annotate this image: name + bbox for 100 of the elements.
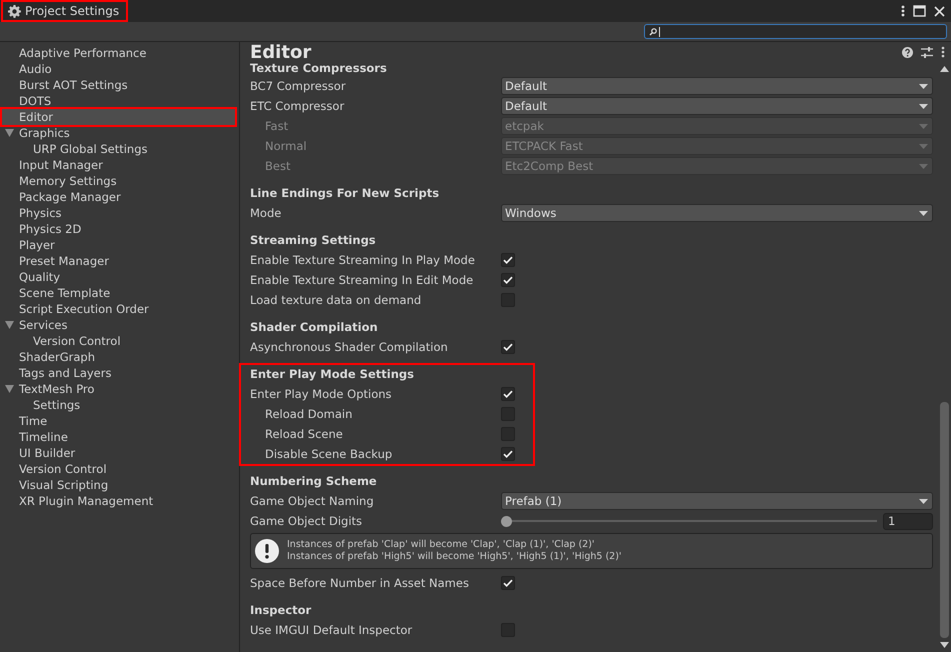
checkbox[interactable] xyxy=(501,340,515,354)
checkbox[interactable] xyxy=(501,273,515,287)
checkbox[interactable] xyxy=(501,387,515,401)
caret-icon xyxy=(919,104,928,108)
checkbox[interactable] xyxy=(501,253,515,267)
sidebar-item[interactable]: Player xyxy=(2,237,235,253)
sidebar-item[interactable]: Memory Settings xyxy=(2,173,235,189)
sidebar-item[interactable]: UI Builder xyxy=(2,445,235,461)
help-text: Instances of prefab 'Clap' will become 'Clap', 'Clap (1)', 'Clap (2)' xyxy=(287,539,596,551)
field-label: Mode xyxy=(250,206,282,220)
check-icon xyxy=(503,579,513,587)
dropdown[interactable]: Windows xyxy=(501,204,933,222)
section-heading: Numbering Scheme xyxy=(250,473,378,490)
scrollbar-thumb[interactable] xyxy=(940,402,949,638)
maximize-icon[interactable] xyxy=(913,5,926,17)
search-field[interactable] xyxy=(644,24,947,39)
scroll-up-icon[interactable] xyxy=(940,66,949,72)
sidebar-item[interactable]: DOTS xyxy=(2,93,235,109)
sidebar-item[interactable]: XR Plugin Management xyxy=(2,493,235,509)
more-icon[interactable] xyxy=(901,5,905,17)
field-label: Normal xyxy=(264,139,308,153)
sidebar-item[interactable]: ShaderGraph xyxy=(2,349,235,365)
dropdown[interactable]: Default xyxy=(501,97,933,115)
field-label: Load texture data on demand xyxy=(250,293,422,307)
sidebar-item[interactable]: Graphics xyxy=(2,125,235,141)
sidebar-item[interactable]: Services xyxy=(2,317,235,333)
sidebar-item[interactable]: Preset Manager xyxy=(2,253,235,269)
sidebar-item[interactable]: Version Control xyxy=(2,461,235,477)
field-label: Reload Scene xyxy=(264,427,344,441)
slider-thumb[interactable] xyxy=(501,516,512,526)
field-label: Enable Texture Streaming In Play Mode xyxy=(250,253,476,267)
field-label: Asynchronous Shader Compilation xyxy=(250,340,449,354)
sidebar-item[interactable]: Tags and Layers xyxy=(2,365,235,381)
field-label: Fast xyxy=(264,119,290,133)
sidebar-item[interactable]: Settings xyxy=(2,397,235,413)
expand-arrow-icon[interactable] xyxy=(5,321,14,329)
section-heading: Streaming Settings xyxy=(250,232,377,249)
page-title: Editor xyxy=(250,42,312,62)
sidebar-item[interactable]: Visual Scripting xyxy=(2,477,235,493)
checkbox[interactable] xyxy=(501,576,515,590)
field-label: Use IMGUI Default Inspector xyxy=(250,623,414,637)
sidebar-item[interactable]: URP Global Settings xyxy=(2,141,235,157)
help-text: Instances of prefab 'High5' will become 'High5', 'High5 (1)', 'High5 (2)' xyxy=(287,551,622,563)
sidebar-item[interactable]: Physics xyxy=(2,205,235,221)
more-icon[interactable] xyxy=(941,46,945,58)
sidebar-item[interactable]: Audio xyxy=(2,61,235,77)
dropdown[interactable]: Default xyxy=(501,77,933,95)
expand-arrow-icon[interactable] xyxy=(5,129,14,137)
section-heading: Line Endings For New Scripts xyxy=(250,185,440,202)
field-label: Game Object Naming xyxy=(250,494,375,508)
help-icon[interactable] xyxy=(902,46,913,58)
caret-icon xyxy=(919,124,928,128)
section-heading: Enter Play Mode Settings xyxy=(250,366,415,383)
check-icon xyxy=(503,276,513,284)
sidebar-item[interactable]: Physics 2D xyxy=(2,221,235,237)
dropdown[interactable]: Prefab (1) xyxy=(501,492,933,510)
window-tab[interactable]: Project Settings xyxy=(3,2,126,20)
section-heading: Texture Compressors xyxy=(250,62,388,76)
number-field[interactable]: 1 xyxy=(883,512,933,530)
search-icon xyxy=(649,28,657,36)
sidebar-item[interactable]: Scene Template xyxy=(2,285,235,301)
caret-icon xyxy=(919,164,928,168)
sidebar-item[interactable]: Script Execution Order xyxy=(2,301,235,317)
caret-icon xyxy=(919,210,928,216)
warning-icon xyxy=(255,539,279,563)
section-heading: Shader Compilation xyxy=(250,319,379,336)
field-label: ETC Compressor xyxy=(250,99,346,113)
check-icon xyxy=(503,450,513,458)
caret-icon xyxy=(919,144,928,148)
sidebar-item[interactable]: Quality xyxy=(2,269,235,285)
caret-icon xyxy=(919,498,928,504)
sidebar-item[interactable]: Input Manager xyxy=(2,157,235,173)
checkbox[interactable] xyxy=(501,447,515,461)
sidebar-item[interactable]: TextMesh Pro xyxy=(2,381,235,397)
field-label: Enable Texture Streaming In Edit Mode xyxy=(250,273,474,287)
sidebar-item[interactable]: Adaptive Performance xyxy=(2,45,235,61)
sidebar-item[interactable]: Timeline xyxy=(2,429,235,445)
field-label: BC7 Compressor xyxy=(250,79,347,93)
field-label: Game Object Digits xyxy=(250,514,364,528)
field-label: Best xyxy=(264,159,292,173)
window-title: Project Settings xyxy=(25,4,120,18)
sliders-icon[interactable] xyxy=(921,46,933,58)
field-label: Disable Scene Backup xyxy=(264,447,394,461)
check-icon xyxy=(503,343,513,351)
scroll-down-icon[interactable] xyxy=(940,642,949,648)
check-icon xyxy=(503,256,513,264)
close-icon[interactable] xyxy=(934,6,945,16)
sidebar-item[interactable]: Burst AOT Settings xyxy=(2,77,235,93)
field-label: Space Before Number in Asset Names xyxy=(250,576,470,590)
field-label: Reload Domain xyxy=(264,407,354,421)
expand-arrow-icon[interactable] xyxy=(5,385,14,393)
field-label: Enter Play Mode Options xyxy=(250,387,393,401)
settings-icon xyxy=(8,4,21,18)
caret-icon xyxy=(919,84,928,88)
section-heading: Inspector xyxy=(250,602,312,619)
sidebar-item[interactable]: Editor xyxy=(2,109,235,125)
sidebar-item[interactable]: Version Control xyxy=(2,333,235,349)
sidebar-item[interactable]: Time xyxy=(2,413,235,429)
check-icon xyxy=(503,390,513,398)
sidebar-item[interactable]: Package Manager xyxy=(2,189,235,205)
